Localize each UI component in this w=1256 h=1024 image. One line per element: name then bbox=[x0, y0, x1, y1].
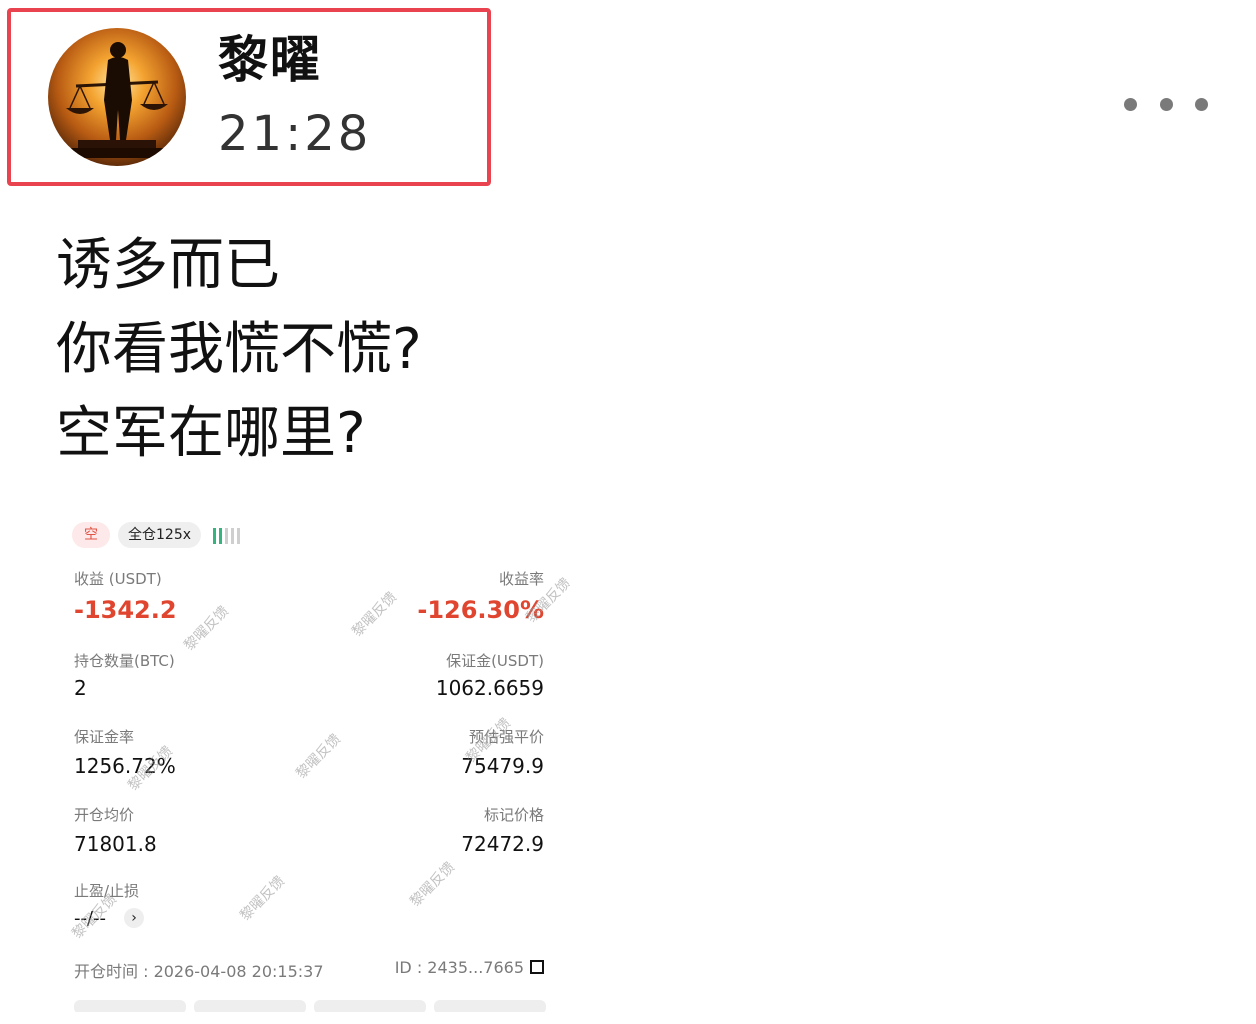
more-dot-icon bbox=[1159, 97, 1173, 111]
margin-mode-tag: 全仓125x bbox=[118, 522, 202, 548]
pnl-label: 收益 (USDT) bbox=[74, 570, 162, 588]
pnl-value: -1342.2 bbox=[74, 596, 177, 624]
post-time: 21:28 bbox=[218, 106, 372, 162]
watermark-text: 黎曜反馈 bbox=[237, 873, 289, 925]
size-value: 2 bbox=[74, 676, 87, 700]
direction-tag: 空 bbox=[72, 522, 110, 548]
post-text-line: 空军在哪里? bbox=[56, 401, 366, 466]
size-label: 持仓数量(BTC) bbox=[74, 652, 175, 670]
watermark-text: 黎曜反馈 bbox=[293, 731, 345, 783]
margin-label: 保证金(USDT) bbox=[446, 652, 544, 670]
entry-price-value: 71801.8 bbox=[74, 832, 157, 856]
post-text-line: 你看我慌不慌? bbox=[56, 317, 422, 382]
position-id-text: ID : 2435...7665 bbox=[394, 958, 524, 977]
entry-price-label: 开仓均价 bbox=[74, 806, 135, 824]
chevron-right-icon: › bbox=[124, 908, 144, 928]
roi-label: 收益率 bbox=[498, 570, 544, 588]
position-tags: 空 全仓125x bbox=[72, 522, 241, 548]
copy-icon bbox=[530, 960, 544, 974]
watermark-text: 黎曜反馈 bbox=[349, 589, 401, 641]
more-dot-icon bbox=[1195, 97, 1208, 111]
leverage-bars-icon bbox=[213, 526, 241, 544]
balance-scale-person-avatar-icon bbox=[66, 42, 168, 158]
author-avatar[interactable] bbox=[48, 28, 186, 166]
mark-price-value: 72472.9 bbox=[461, 832, 544, 856]
more-dot-icon bbox=[1124, 97, 1137, 111]
more-options-button[interactable] bbox=[1124, 90, 1208, 118]
position-screenshot-image[interactable]: 空 全仓125x 收益 (USDT) -1342.2 收益率 -126.30% … bbox=[50, 512, 570, 1012]
margin-ratio-label: 保证金率 bbox=[74, 728, 135, 746]
margin-value: 1062.6659 bbox=[435, 676, 544, 700]
author-name[interactable]: 黎曜 bbox=[218, 28, 322, 92]
post-body: 诱多而已 你看我慌不慌? 空军在哪里? bbox=[56, 224, 422, 476]
watermark-text: 黎曜反馈 bbox=[181, 603, 233, 655]
mark-price-label: 标记价格 bbox=[483, 806, 544, 824]
post-text-line: 诱多而已 bbox=[56, 233, 280, 298]
open-time: 开仓时间 : 2026-04-08 20:15:37 bbox=[74, 962, 324, 981]
action-buttons-row bbox=[74, 1000, 546, 1012]
watermark-text: 黎曜反馈 bbox=[407, 859, 459, 911]
position-id: ID : 2435...7665 bbox=[395, 958, 544, 977]
